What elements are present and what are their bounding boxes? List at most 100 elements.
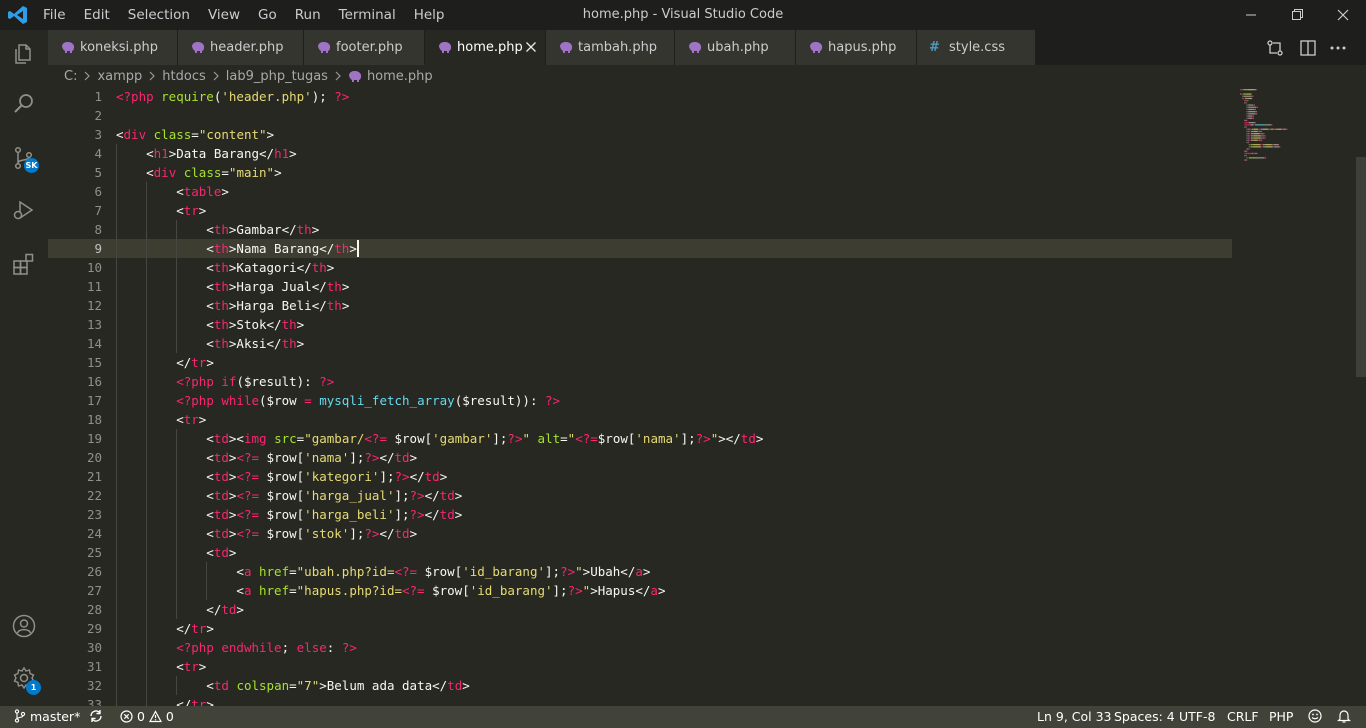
line-number: 1	[94, 89, 102, 104]
code-line[interactable]: 26 <a href="ubah.php?id=<?= $row['id_bar…	[48, 562, 1232, 581]
run-debug-icon[interactable]	[0, 186, 48, 234]
breadcrumb-item[interactable]: home.php	[367, 69, 433, 84]
menu-file[interactable]: File	[34, 0, 75, 30]
code-line[interactable]: 29 </tr>	[48, 619, 1232, 638]
menu-edit[interactable]: Edit	[75, 0, 119, 30]
code-line[interactable]: 15 </tr>	[48, 353, 1232, 372]
code-line[interactable]: 14 <th>Aksi</th>	[48, 334, 1232, 353]
code-line[interactable]: 23 <td><?= $row['harga_beli'];?></td>	[48, 505, 1232, 524]
code-text: <a href="ubah.php?id=<?= $row['id_barang…	[116, 564, 651, 579]
code-line[interactable]: 11 <th>Harga Jual</th>	[48, 277, 1232, 296]
tab-tambah-php[interactable]: tambah.php	[546, 30, 675, 65]
code-line[interactable]: 16 <?php if($result): ?>	[48, 372, 1232, 391]
minimap-token	[1242, 93, 1246, 95]
breadcrumb-item[interactable]: htdocs	[162, 69, 205, 84]
indent-guide	[176, 543, 178, 562]
minimize-button[interactable]	[1228, 0, 1274, 30]
open-changes-icon[interactable]	[1265, 38, 1285, 58]
menu-terminal[interactable]: Terminal	[330, 0, 405, 30]
code-text: <td><img src="gambar/<?= $row['gambar'];…	[116, 431, 764, 446]
warning-count: 0	[165, 709, 174, 724]
minimap-token	[1265, 157, 1266, 159]
code-line[interactable]: 19 <td><img src="gambar/<?= $row['gambar…	[48, 429, 1232, 448]
menu-view[interactable]: View	[199, 0, 249, 30]
notifications-bell-icon[interactable]	[1336, 706, 1352, 728]
code-line[interactable]: 12 <th>Harga Beli</th>	[48, 296, 1232, 315]
breadcrumb-item[interactable]: lab9_php_tugas	[226, 69, 328, 84]
feedback-icon[interactable]	[1307, 706, 1323, 728]
code-line[interactable]: 4 <h1>Data Barang</h1>	[48, 144, 1232, 163]
minimap-token	[1247, 104, 1249, 106]
code-line[interactable]: 30 <?php endwhile; else: ?>	[48, 638, 1232, 657]
scrollbar-thumb[interactable]	[1356, 157, 1366, 377]
code-line[interactable]: 2	[48, 106, 1232, 125]
settings-gear-icon[interactable]: 1	[0, 654, 48, 702]
line-number: 7	[94, 203, 102, 218]
code-editor[interactable]: 1 <?php require('header.php'); ?> 2 3 <div c…	[48, 87, 1366, 706]
search-icon[interactable]	[0, 80, 48, 128]
restore-button[interactable]	[1274, 0, 1320, 30]
branch-indicator[interactable]: master*	[14, 706, 80, 728]
code-line[interactable]: 9 <th>Nama Barang</th>	[48, 239, 1232, 258]
code-line[interactable]: 1 <?php require('header.php'); ?>	[48, 87, 1232, 106]
code-line[interactable]: 27 <a href="hapus.php?id=<?= $row['id_ba…	[48, 581, 1232, 600]
code-line[interactable]: 3 <div class="content">	[48, 125, 1232, 144]
language-mode[interactable]: PHP	[1269, 706, 1293, 728]
minimap-token	[1250, 146, 1253, 148]
extensions-icon[interactable]	[0, 240, 48, 288]
code-line[interactable]: 25 <td>	[48, 543, 1232, 562]
tab-ubah-php[interactable]: ubah.php	[675, 30, 796, 65]
code-line[interactable]: 13 <th>Stok</th>	[48, 315, 1232, 334]
indent-guide	[146, 201, 148, 220]
breadcrumb-item[interactable]: C:	[64, 69, 77, 84]
minimap-token	[1243, 95, 1252, 97]
minimap-token	[1248, 141, 1249, 144]
line-endings[interactable]: CRLF	[1227, 706, 1259, 728]
accounts-icon[interactable]	[0, 602, 48, 650]
code-line[interactable]: 8 <th>Gambar</th>	[48, 220, 1232, 239]
breadcrumb-item[interactable]: xampp	[97, 69, 142, 84]
code-line[interactable]: 22 <td><?= $row['harga_jual'];?></td>	[48, 486, 1232, 505]
indentation[interactable]: Spaces: 4	[1114, 706, 1175, 728]
code-line[interactable]: 33 </tr>	[48, 695, 1232, 706]
code-line[interactable]: 10 <th>Katagori</th>	[48, 258, 1232, 277]
code-line[interactable]: 20 <td><?= $row['nama'];?></td>	[48, 448, 1232, 467]
explorer-icon[interactable]	[0, 30, 48, 78]
menu-selection[interactable]: Selection	[119, 0, 199, 30]
minimap[interactable]	[1236, 87, 1352, 706]
minimap-token	[1253, 124, 1255, 126]
tab-koneksi-php[interactable]: koneksi.php	[48, 30, 178, 65]
encoding[interactable]: UTF-8	[1179, 706, 1215, 728]
problems-indicator[interactable]: 0 0	[120, 706, 174, 728]
menu-run[interactable]: Run	[286, 0, 330, 30]
tab-header-php[interactable]: header.php	[178, 30, 304, 65]
tab-footer-php[interactable]: footer.php	[304, 30, 425, 65]
code-line[interactable]: 17 <?php while($row = mysqli_fetch_array…	[48, 391, 1232, 410]
close-window-button[interactable]	[1320, 0, 1366, 30]
source-control-icon[interactable]: SK	[0, 134, 48, 182]
more-actions-icon[interactable]	[1328, 38, 1348, 58]
code-line[interactable]: 7 <tr>	[48, 201, 1232, 220]
code-line[interactable]: 5 <div class="main">	[48, 163, 1232, 182]
split-editor-icon[interactable]	[1298, 38, 1318, 58]
code-line[interactable]: 32 <td colspan="7">Belum ada data</td>	[48, 676, 1232, 695]
code-line[interactable]: 28 </td>	[48, 600, 1232, 619]
minimap-token	[1264, 135, 1266, 137]
code-line[interactable]: 24 <td><?= $row['stok'];?></td>	[48, 524, 1232, 543]
sync-icon[interactable]	[88, 706, 104, 728]
menu-help[interactable]: Help	[405, 0, 454, 30]
code-line[interactable]: 18 <tr>	[48, 410, 1232, 429]
tab-style-css[interactable]: # style.css	[917, 30, 1036, 65]
code-line[interactable]: 6 <table>	[48, 182, 1232, 201]
tab-hapus-php[interactable]: hapus.php	[796, 30, 917, 65]
cursor-position[interactable]: Ln 9, Col 33	[1037, 706, 1112, 728]
code-text: <tr>	[116, 412, 207, 427]
code-line[interactable]: 31 <tr>	[48, 657, 1232, 676]
code-line[interactable]: 21 <td><?= $row['kategori'];?></td>	[48, 467, 1232, 486]
menu-go[interactable]: Go	[249, 0, 286, 30]
tab-home-php[interactable]: home.php	[425, 30, 546, 65]
line-number: 14	[86, 336, 102, 351]
indent-guide	[146, 524, 148, 543]
minimap-token	[1244, 102, 1245, 104]
close-icon[interactable]	[525, 41, 537, 53]
